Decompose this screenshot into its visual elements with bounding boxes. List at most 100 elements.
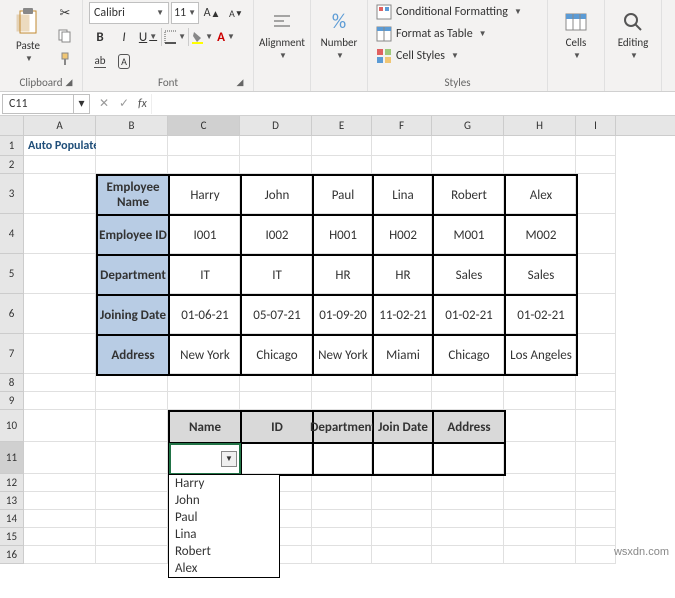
cell[interactable] <box>504 546 576 564</box>
border-button[interactable]: ▼ <box>164 26 186 48</box>
cell[interactable] <box>240 374 312 392</box>
table-cell[interactable]: Lina <box>373 175 433 215</box>
cell[interactable] <box>312 546 372 564</box>
dropdown-item[interactable]: Harry <box>169 475 279 492</box>
cell[interactable] <box>312 136 372 156</box>
active-cell[interactable]: ▼ <box>169 443 241 475</box>
row-header[interactable]: 3 <box>0 174 24 214</box>
cell[interactable] <box>312 474 372 492</box>
table-cell[interactable] <box>313 443 373 475</box>
column-header[interactable]: D <box>240 116 312 135</box>
cell[interactable] <box>576 410 616 442</box>
cell[interactable] <box>432 374 504 392</box>
table-header[interactable]: Address <box>433 411 505 443</box>
cell[interactable] <box>576 392 616 410</box>
cell[interactable] <box>576 474 616 492</box>
table-cell[interactable] <box>241 443 313 475</box>
cut-button[interactable]: ✂ <box>54 2 76 24</box>
cell[interactable] <box>312 392 372 410</box>
cell[interactable] <box>372 510 432 528</box>
row-header[interactable]: 4 <box>0 214 24 254</box>
table-cell[interactable]: IT <box>241 255 313 295</box>
cell[interactable] <box>240 156 312 174</box>
table-header[interactable]: Joining Date <box>97 295 169 335</box>
row-header[interactable]: 2 <box>0 156 24 174</box>
underline-button[interactable]: U▼ <box>137 26 159 48</box>
table-cell[interactable]: 01-02-21 <box>433 295 505 335</box>
column-header[interactable]: F <box>372 116 432 135</box>
name-box[interactable]: C11 ▾ <box>2 94 90 114</box>
cell[interactable] <box>504 474 576 492</box>
table-cell[interactable]: M002 <box>505 215 577 255</box>
cell[interactable] <box>240 392 312 410</box>
column-header[interactable]: B <box>96 116 168 135</box>
cell[interactable] <box>24 254 96 294</box>
cell[interactable] <box>372 374 432 392</box>
table-cell[interactable]: New York <box>169 335 241 375</box>
cells-area[interactable]: Auto Populate Cells In Excel Based On An… <box>24 136 675 564</box>
row-header[interactable]: 1 <box>0 136 24 156</box>
table-header[interactable]: Join Date <box>373 411 433 443</box>
cell[interactable] <box>576 334 616 374</box>
table-cell[interactable]: H002 <box>373 215 433 255</box>
table-cell[interactable]: HR <box>373 255 433 295</box>
cell[interactable] <box>96 492 168 510</box>
row-header[interactable]: 10 <box>0 410 24 442</box>
cell[interactable] <box>24 410 96 442</box>
cell[interactable] <box>24 492 96 510</box>
cell[interactable] <box>576 254 616 294</box>
cell[interactable] <box>576 136 616 156</box>
table-cell[interactable]: John <box>241 175 313 215</box>
row-header[interactable]: 9 <box>0 392 24 410</box>
dropdown-item[interactable]: Paul <box>169 509 279 526</box>
alignment-button[interactable]: Alignment ▼ <box>260 2 304 68</box>
cell[interactable] <box>432 492 504 510</box>
table-cell[interactable]: 01-06-21 <box>169 295 241 335</box>
cell[interactable] <box>24 474 96 492</box>
cell[interactable] <box>96 374 168 392</box>
table-cell[interactable]: 05-07-21 <box>241 295 313 335</box>
table-header[interactable]: Employee Name <box>97 175 169 215</box>
cell[interactable] <box>168 156 240 174</box>
cell[interactable] <box>24 214 96 254</box>
cell[interactable] <box>96 442 168 474</box>
formula-input[interactable] <box>151 94 675 114</box>
cell[interactable] <box>372 136 432 156</box>
cell[interactable] <box>432 474 504 492</box>
column-header[interactable]: A <box>24 116 96 135</box>
cell[interactable] <box>372 392 432 410</box>
table-cell[interactable]: Sales <box>505 255 577 295</box>
table-header[interactable]: Employee ID <box>97 215 169 255</box>
row-header[interactable]: 11 <box>0 442 24 474</box>
cell[interactable] <box>96 510 168 528</box>
cell[interactable] <box>504 528 576 546</box>
ruby-button[interactable]: ab <box>89 50 111 72</box>
cell[interactable] <box>24 294 96 334</box>
editing-button[interactable]: Editing ▼ <box>611 2 655 68</box>
cell[interactable] <box>372 474 432 492</box>
cell[interactable] <box>576 442 616 474</box>
paste-button[interactable]: Paste ▼ <box>6 2 50 68</box>
cell[interactable] <box>504 136 576 156</box>
table-header[interactable]: Name <box>169 411 241 443</box>
increase-font-button[interactable]: A▲ <box>201 2 223 24</box>
cell[interactable] <box>432 392 504 410</box>
cell[interactable] <box>24 546 96 564</box>
format-painter-button[interactable] <box>54 48 76 70</box>
cancel-formula-button[interactable]: ✕ <box>94 96 114 111</box>
table-cell[interactable]: 01-09-20 <box>313 295 373 335</box>
dialog-launcher-icon[interactable]: ◢ <box>233 75 247 89</box>
table-cell[interactable]: New York <box>313 335 373 375</box>
row-header[interactable]: 5 <box>0 254 24 294</box>
cell[interactable] <box>24 442 96 474</box>
cell[interactable] <box>372 156 432 174</box>
table-header[interactable]: Address <box>97 335 169 375</box>
row-header[interactable]: 16 <box>0 546 24 564</box>
cell[interactable] <box>504 392 576 410</box>
cell[interactable] <box>432 136 504 156</box>
font-size-select[interactable]: 11▼ <box>171 2 199 24</box>
cell[interactable] <box>24 528 96 546</box>
cell[interactable] <box>168 374 240 392</box>
cell[interactable] <box>312 528 372 546</box>
cell[interactable] <box>24 392 96 410</box>
